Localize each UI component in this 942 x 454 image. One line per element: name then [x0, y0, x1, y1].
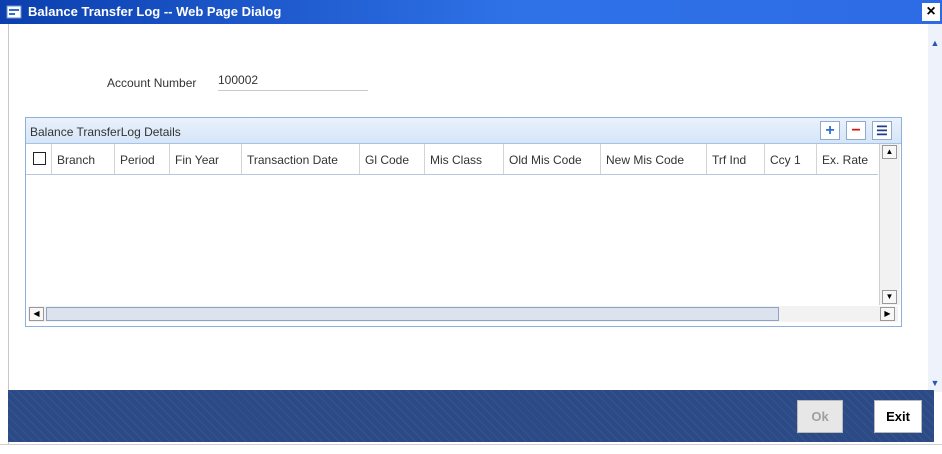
column-header[interactable]: Ccy 1	[765, 144, 817, 174]
column-header[interactable]: Transaction Date	[242, 144, 360, 174]
grid-scroll-up-icon[interactable]: ▲	[882, 145, 897, 159]
grid-header-row: Branch Period Fin Year Transaction Date …	[26, 144, 878, 175]
scroll-down-icon[interactable]: ▼	[928, 376, 942, 390]
footer-bar: Ok Exit	[8, 390, 934, 442]
scroll-right-icon[interactable]: ▶	[880, 307, 895, 321]
column-header[interactable]: Period	[115, 144, 170, 174]
panel-title: Balance TransferLog Details	[30, 125, 181, 139]
panel-header: Balance TransferLog Details + − ☰	[26, 118, 901, 144]
account-number-field[interactable]	[218, 70, 368, 91]
scroll-up-icon[interactable]: ▲	[928, 36, 942, 50]
add-row-button[interactable]: +	[820, 121, 840, 140]
grid-horizontal-scrollbar[interactable]: ◀ ▶	[28, 306, 898, 322]
grid-scroll-down-icon[interactable]: ▼	[882, 290, 897, 304]
column-header[interactable]: Ex. Rate	[817, 144, 878, 174]
single-view-button[interactable]: ☰	[872, 121, 892, 140]
column-header[interactable]: Fin Year	[170, 144, 242, 174]
close-icon[interactable]: ×	[922, 3, 940, 21]
app-icon	[6, 5, 22, 19]
exit-button[interactable]: Exit	[874, 400, 922, 433]
select-all-checkbox[interactable]	[33, 152, 46, 165]
column-header[interactable]: New Mis Code	[601, 144, 707, 174]
grid-vertical-scrollbar[interactable]: ▲ ▼	[879, 144, 900, 305]
scrollbar-thumb[interactable]	[46, 307, 779, 321]
ok-button[interactable]: Ok	[797, 400, 843, 433]
select-all-cell	[26, 144, 52, 174]
title-bar: Balance Transfer Log -- Web Page Dialog …	[0, 0, 942, 24]
account-number-label: Account Number	[107, 76, 197, 90]
column-header[interactable]: Old Mis Code	[504, 144, 601, 174]
balance-transfer-log-panel: Balance TransferLog Details + − ☰ Branch…	[25, 117, 902, 327]
dialog-scrollbar[interactable]: ▲ ▼	[928, 24, 942, 392]
column-header[interactable]: Branch	[52, 144, 115, 174]
scroll-left-icon[interactable]: ◀	[29, 307, 44, 321]
column-header[interactable]: Trf Ind	[707, 144, 765, 174]
window-title: Balance Transfer Log -- Web Page Dialog	[28, 4, 282, 19]
left-frame	[0, 24, 9, 447]
column-header[interactable]: Gl Code	[360, 144, 425, 174]
delete-row-button[interactable]: −	[846, 121, 866, 140]
column-header[interactable]: Mis Class	[425, 144, 504, 174]
